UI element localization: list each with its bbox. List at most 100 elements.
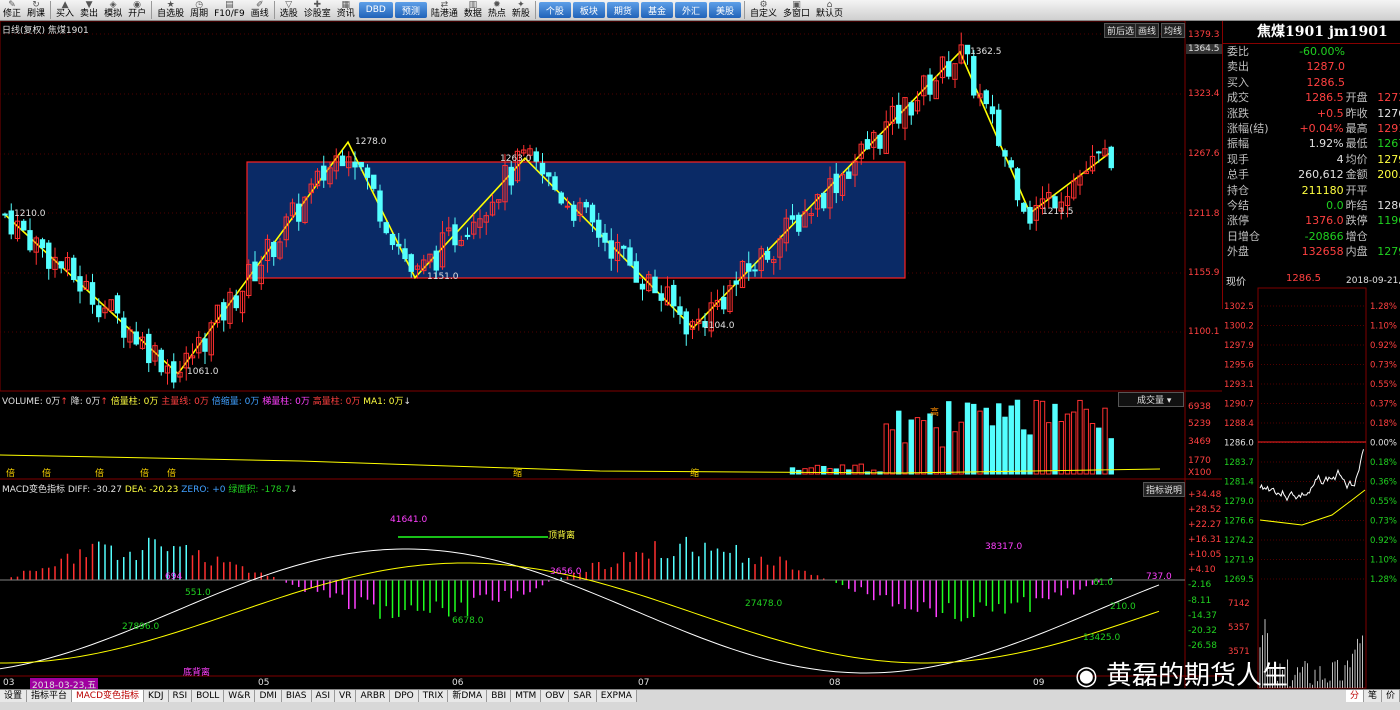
toolbar-btn-default-page[interactable]: ⌂ 默认页 [813, 0, 846, 20]
indicator-tab[interactable]: ARBR [356, 690, 391, 702]
volume-bar [871, 469, 877, 475]
indicator-tab[interactable]: OBV [541, 690, 570, 702]
indicator-tab[interactable]: 指标平台 [27, 690, 73, 702]
indicator-tab[interactable]: KDJ [144, 690, 169, 702]
volume-bar [958, 421, 964, 475]
candle-body [8, 210, 14, 235]
mini-frame [1257, 287, 1367, 689]
toolbar-btn-hk-connect[interactable]: ⇄ 陆港通 [428, 0, 461, 20]
toolbar-btn-data[interactable]: ▥ 数据 [461, 0, 485, 20]
quote-value: 1273 [1377, 91, 1400, 105]
indicator-tab[interactable]: 新DMA [448, 690, 488, 702]
indicator-tab[interactable]: RSI [168, 690, 193, 702]
toolbar-btn-sim[interactable]: ◈ 模拟 [101, 0, 125, 20]
indicator-explain-button[interactable]: 指标说明 [1143, 482, 1186, 497]
mini-axis-label: 1274.2 [1224, 536, 1254, 546]
indicator-tab[interactable]: MACD变色指标 [72, 690, 145, 702]
toolbar-btn-sell[interactable]: ▼ 卖出 [77, 0, 101, 20]
indicator-tab[interactable]: ASI [311, 690, 336, 702]
toolbar-btn-dbd[interactable]: DBD [358, 2, 393, 18]
mini-chart-svg[interactable]: 1302.5 1.28% 1300.2 1.10% 1297.9 0.92% 1295.6 0… [1222, 270, 1400, 690]
indicator-tab[interactable]: TRIX [418, 690, 449, 702]
toolbar-btn-fund[interactable]: 基金 [640, 2, 673, 18]
indicator-tab[interactable]: BOLL [192, 690, 225, 702]
volume-bar [789, 467, 796, 475]
toolbar-btn-open-account[interactable]: ◉ 开户 [125, 0, 149, 20]
macd-axis-label: +4.10 [1188, 565, 1216, 575]
candle-body [39, 239, 46, 249]
candle-body [389, 233, 396, 246]
chart-area[interactable]: 日线(复权) 焦煤1901 前后选 画线 均线 1379.3 1364.5 13… [0, 21, 1222, 691]
candle-body [352, 161, 358, 168]
toolbar-btn-forex[interactable]: 外汇 [674, 2, 707, 18]
toolbar-btn-custom[interactable]: ⚙ 自定义 [747, 0, 780, 20]
toolbar-separator [534, 1, 536, 19]
toolbar-btn-forecast[interactable]: 预测 [394, 2, 427, 18]
volume-bar [977, 410, 983, 475]
toolbar-btn-fix[interactable]: ✎ 修正 [0, 0, 24, 20]
indicator-tab[interactable]: BIAS [281, 690, 312, 702]
toolbar-btn-watchlist[interactable]: ★ 自选股 [154, 0, 187, 20]
mini-price-line [1259, 449, 1364, 502]
tick-view-tab[interactable]: 笔 [1363, 690, 1382, 702]
quote-row: 卖出 1287.0 [1223, 59, 1400, 74]
double-volume-mark: 倍 [6, 469, 16, 479]
indicator-tab[interactable]: BBI [487, 690, 512, 702]
indicator-tab[interactable]: W&R [224, 690, 256, 702]
indicator-tab[interactable]: DPO [390, 690, 419, 702]
intraday-mini-chart[interactable]: 现价 1286.5 2018-09-21,五 1302.5 1.28% 1300.2… [1222, 270, 1400, 690]
candle-body [846, 171, 852, 179]
mini-axis-label: 1300.2 [1224, 322, 1254, 332]
kline-chart-svg[interactable] [0, 21, 1222, 688]
toolbar-btn-news[interactable]: ▦ 资讯 [334, 0, 358, 20]
candle-body [864, 139, 871, 150]
candle-body [96, 305, 102, 318]
tick-view-tab[interactable]: 价 [1381, 690, 1400, 702]
candle-body [946, 61, 952, 77]
candle-body [271, 241, 277, 258]
indicator-tab[interactable]: DMI [255, 690, 282, 702]
quote-row: 持仓 211180 开平 [1223, 183, 1400, 198]
toolbar-btn-ipo[interactable]: ✦ 新股 [509, 0, 533, 20]
toolbar-btn-diagnosis[interactable]: ✚ 诊股室 [301, 0, 334, 20]
mini-axis-label: 0.36% [1370, 478, 1397, 488]
volume-bar [902, 442, 908, 475]
volume-bar [908, 419, 914, 475]
macd-axis-label: -26.58 [1188, 641, 1218, 651]
indicator-tab[interactable]: SAR [569, 690, 597, 702]
chart-btn-ma[interactable]: 均线 [1161, 23, 1186, 38]
toolbar-btn-f10[interactable]: ▤ F10/F9 [211, 0, 248, 20]
indicator-tab[interactable]: EXPMA [596, 690, 637, 702]
chart-btn-prev-next[interactable]: 前后选 [1104, 23, 1138, 38]
current-price-tag: 1364.5 [1186, 44, 1222, 54]
indicator-tab[interactable]: 设置 [0, 690, 28, 702]
toolbar-btn-refresh[interactable]: ↻ 刷课 [24, 0, 48, 20]
chart-btn-draw-line[interactable]: 画线 [1135, 23, 1160, 38]
toolbar-btn-multi-window[interactable]: ▣ 多窗口 [780, 0, 813, 20]
tick-view-tab[interactable]: 分 [1345, 690, 1364, 702]
volume-indicator-select[interactable]: 成交量 ▾ [1118, 392, 1184, 407]
quote-value: 1267 [1377, 137, 1400, 151]
mini-axis-label: 0.92% [1370, 341, 1397, 351]
mini-axis-label: 0.73% [1370, 517, 1397, 527]
quote-value: 1276 [1377, 106, 1400, 120]
toolbar-btn-futures[interactable]: 期货 [606, 2, 639, 18]
toolbar-btn-hot[interactable]: ✹ 热点 [485, 0, 509, 20]
quote-row: 日增仓 -20866 增仓 [1223, 229, 1400, 244]
toolbar-btn-stock[interactable]: 个股 [538, 2, 571, 18]
candle-body [77, 276, 83, 292]
toolbar-btn-buy[interactable]: ▲ 买入 [53, 0, 77, 20]
candle-body [1027, 206, 1033, 224]
quote-label: 金额 [1345, 168, 1368, 182]
toolbar-btn-screener[interactable]: ▽ 选股 [277, 0, 301, 20]
quote-value [1377, 229, 1400, 244]
quote-value: 200.1 [1377, 168, 1400, 182]
indicator-tab[interactable]: MTM [511, 690, 542, 702]
indicator-tab[interactable]: VR [335, 690, 357, 702]
mini-axis-label: 0.73% [1370, 361, 1397, 371]
toolbar-btn-draw[interactable]: ✐ 画线 [248, 0, 272, 20]
toolbar-btn-us-stock[interactable]: 美股 [708, 2, 741, 18]
toolbar-btn-sector[interactable]: 板块 [572, 2, 605, 18]
toolbar-btn-period[interactable]: ◷ 周期 [187, 0, 211, 20]
volume-bar [1064, 413, 1071, 475]
